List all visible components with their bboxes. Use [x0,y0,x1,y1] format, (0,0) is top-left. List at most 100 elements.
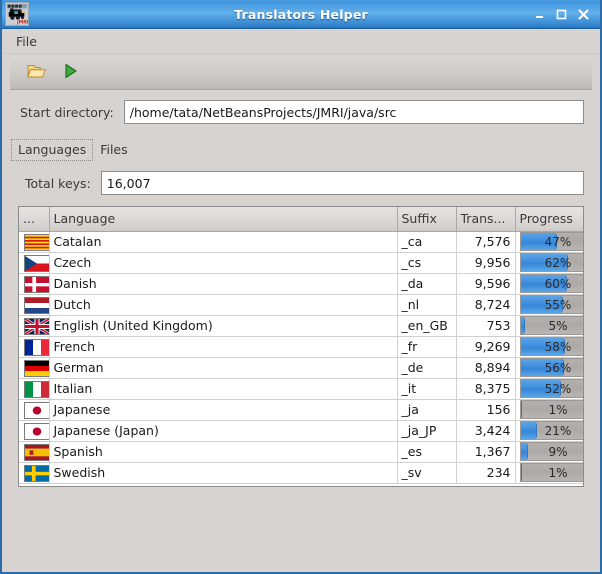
table-row[interactable]: Italian_it8,37552% [19,378,584,399]
progress-bar: 52% [520,379,585,398]
column-header-progress[interactable]: Progress [515,207,584,231]
cell-suffix: _it [397,378,456,399]
table-row[interactable]: Dutch_nl8,72455% [19,294,584,315]
cell-translated: 234 [456,462,515,483]
progress-bar-label: 60% [521,275,585,292]
progress-bar-label: 62% [521,254,585,271]
progress-bar: 9% [520,442,585,461]
progress-bar: 47% [520,232,585,251]
progress-bar-label: 56% [521,359,585,376]
progress-bar: 62% [520,253,585,272]
progress-bar: 1% [520,400,585,419]
cell-language: English (United Kingdom) [49,315,397,336]
cell-suffix: _ca [397,231,456,252]
progress-bar-label: 1% [521,464,585,481]
tab-languages[interactable]: Languages [11,139,93,161]
progress-bar-label: 1% [521,401,585,418]
minimize-icon[interactable] [533,8,546,21]
svg-text:JMRI: JMRI [16,20,28,25]
table-row[interactable]: Czech_cs9,95662% [19,252,584,273]
maximize-icon[interactable] [555,8,568,21]
tab-files[interactable]: Files [93,139,134,161]
open-folder-icon [27,62,47,84]
flag-spain-icon [24,444,49,461]
title-bar[interactable]: JMRI Translators Helper [2,0,600,29]
window-controls [533,8,600,21]
column-header-suffix[interactable]: Suffix [397,207,456,231]
flag-czech-republic-icon [24,255,49,272]
menu-item-file[interactable]: File [11,32,42,51]
cell-suffix: _ja_JP [397,420,456,441]
cell-language: Spanish [49,441,397,462]
table-row[interactable]: French_fr9,26958% [19,336,584,357]
cell-language: Italian [49,378,397,399]
table-row[interactable]: Japanese (Japan)_ja_JP3,424 21% [19,420,584,441]
start-directory-row: Start directory: /home/tata/NetBeansProj… [2,90,600,124]
cell-progress: 58% [515,336,584,357]
flag-denmark-icon [24,276,49,293]
cell-language: Danish [49,273,397,294]
cell-translated: 3,424 [456,420,515,441]
tab-bar: Languages Files [2,124,600,161]
progress-bar-label: 47% [521,233,585,250]
progress-bar: 21% [520,421,585,440]
cell-suffix: _ja [397,399,456,420]
cell-suffix: _cs [397,252,456,273]
total-keys-input[interactable]: 16,007 [101,171,584,195]
progress-bar: 1% [520,463,585,482]
progress-bar-label: 55% [521,296,585,313]
cell-translated: 1,367 [456,441,515,462]
flag-catalonia-icon [24,234,49,251]
column-header-flag[interactable]: ... [19,207,49,231]
table-row[interactable]: Catalan_ca7,576 47% [19,231,584,252]
table-row[interactable]: Spanish_es1,367 9% [19,441,584,462]
cell-language: German [49,357,397,378]
cell-progress: 5% [515,315,584,336]
cell-flag [19,252,49,273]
progress-bar-label: 21% [521,422,585,439]
table-row[interactable]: Danish_da9,59660% [19,273,584,294]
table-row[interactable]: English (United Kingdom)_en_GB7535% [19,315,584,336]
window-title: Translators Helper [2,7,600,22]
start-directory-input[interactable]: /home/tata/NetBeansProjects/JMRI/java/sr… [124,100,584,124]
cell-progress: 55% [515,294,584,315]
cell-suffix: _de [397,357,456,378]
cell-progress: 52% [515,378,584,399]
cell-translated: 9,956 [456,252,515,273]
cell-translated: 7,576 [456,231,515,252]
cell-flag [19,294,49,315]
progress-bar: 5% [520,316,585,335]
cell-translated: 156 [456,399,515,420]
progress-bar-label: 52% [521,380,585,397]
close-icon[interactable] [577,8,590,21]
cell-flag [19,462,49,483]
cell-flag [19,231,49,252]
jmri-locomotive-icon[interactable]: JMRI [5,2,29,26]
cell-progress: 21% [515,420,584,441]
cell-flag [19,315,49,336]
column-header-language[interactable]: Language [49,207,397,231]
cell-translated: 8,894 [456,357,515,378]
cell-suffix: _en_GB [397,315,456,336]
cell-flag [19,378,49,399]
total-keys-row: Total keys: 16,007 [2,161,600,195]
cell-language: Catalan [49,231,397,252]
cell-suffix: _es [397,441,456,462]
cell-translated: 9,269 [456,336,515,357]
flag-japan-icon [24,402,49,419]
flag-netherlands-icon [24,297,49,314]
table-row[interactable]: Japanese_ja1561% [19,399,584,420]
open-directory-button[interactable] [26,62,48,84]
cell-progress: 60% [515,273,584,294]
table-row[interactable]: German_de8,894 56% [19,357,584,378]
cell-language: Japanese (Japan) [49,420,397,441]
column-header-translated[interactable]: Trans... [456,207,515,231]
table-row[interactable]: Swedish_sv2341% [19,462,584,483]
languages-table-container[interactable]: ...LanguageSuffixTrans...Progress Catala… [18,206,584,487]
cell-progress: 56% [515,357,584,378]
flag-france-icon [24,339,49,356]
progress-bar-label: 5% [521,317,585,334]
run-button[interactable] [60,62,82,84]
flag-italy-icon [24,381,49,398]
table-body: Catalan_ca7,57647%Czech_cs9,95662%Danish… [19,231,584,483]
